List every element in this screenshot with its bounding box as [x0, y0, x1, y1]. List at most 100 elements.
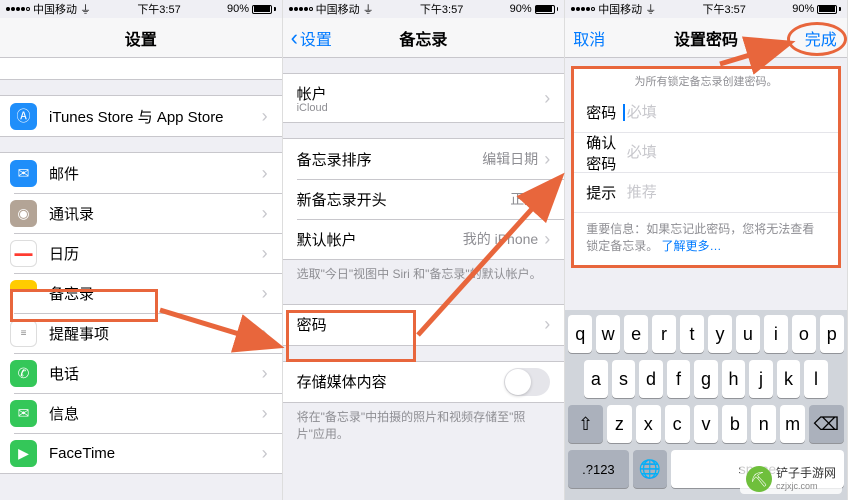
- chevron-right-icon: ›: [262, 163, 268, 184]
- key-v[interactable]: v: [694, 405, 719, 443]
- battery-percent: 90%: [227, 3, 249, 15]
- row-mail[interactable]: ✉ 邮件 ›: [0, 153, 282, 193]
- key-n[interactable]: n: [751, 405, 776, 443]
- row-label: 密码: [297, 314, 539, 335]
- row-itunes-appstore[interactable]: Ⓐ iTunes Store 与 App Store ›: [0, 96, 282, 136]
- key-w[interactable]: w: [596, 315, 620, 353]
- chevron-right-icon: ›: [544, 314, 550, 335]
- row-calendar[interactable]: ▬▬ 日历 ›: [0, 233, 282, 273]
- phone-icon: ✆: [10, 360, 37, 387]
- key-u[interactable]: u: [736, 315, 760, 353]
- nav-bar: 设置: [0, 18, 282, 58]
- confirm-password-label: 确认密码: [586, 132, 627, 174]
- page-title: 备忘录: [399, 26, 447, 50]
- key-l[interactable]: l: [804, 360, 828, 398]
- carrier-label: 中国移动: [316, 1, 360, 17]
- row-value: 我的 iPhone: [463, 229, 538, 249]
- hint-input[interactable]: [627, 184, 826, 201]
- notes-icon: [10, 280, 37, 307]
- key-r[interactable]: r: [652, 315, 676, 353]
- done-button[interactable]: 完成: [805, 18, 837, 57]
- key-f[interactable]: f: [667, 360, 691, 398]
- row-label: 备忘录: [49, 283, 256, 304]
- wifi-icon: ⏚: [645, 1, 656, 17]
- key-j[interactable]: j: [749, 360, 773, 398]
- row-reminders[interactable]: ≡ 提醒事项 ›: [0, 313, 282, 353]
- carrier-label: 中国移动: [33, 1, 77, 17]
- back-button[interactable]: ‹ 设置: [291, 18, 332, 57]
- key-y[interactable]: y: [708, 315, 732, 353]
- key-h[interactable]: h: [722, 360, 746, 398]
- row-media-storage[interactable]: 存储媒体内容: [283, 362, 565, 402]
- key-o[interactable]: o: [792, 315, 816, 353]
- key-e[interactable]: e: [624, 315, 648, 353]
- page-title: 设置: [125, 26, 157, 50]
- key-s[interactable]: s: [612, 360, 636, 398]
- watermark-url: czjxjc.com: [776, 481, 836, 491]
- signal-dots: [6, 7, 30, 11]
- done-label: 完成: [805, 26, 837, 50]
- row-label: iTunes Store 与 App Store: [49, 106, 256, 127]
- globe-key[interactable]: 🌐: [633, 450, 668, 488]
- chevron-right-icon: ›: [262, 443, 268, 464]
- cancel-button[interactable]: 取消: [573, 18, 605, 57]
- chevron-right-icon: ›: [262, 203, 268, 224]
- confirm-password-input[interactable]: [627, 144, 826, 161]
- row-messages[interactable]: ✉ 信息 ›: [0, 393, 282, 433]
- key-i[interactable]: i: [764, 315, 788, 353]
- row-label: 信息: [49, 403, 256, 424]
- watermark-icon: ⛏: [746, 466, 772, 492]
- row-account[interactable]: 帐户 iCloud ›: [283, 74, 565, 122]
- row-label: FaceTime: [49, 445, 256, 462]
- toggle-switch[interactable]: [504, 368, 550, 396]
- clock: 下午3:57: [137, 1, 180, 17]
- messages-icon: ✉: [10, 400, 37, 427]
- numeric-key[interactable]: .?123: [568, 450, 628, 488]
- key-t[interactable]: t: [680, 315, 704, 353]
- key-m[interactable]: m: [780, 405, 805, 443]
- nav-bar: ‹ 设置 备忘录: [283, 18, 565, 58]
- key-p[interactable]: p: [820, 315, 844, 353]
- learn-more-link[interactable]: 了解更多…: [662, 239, 722, 253]
- key-g[interactable]: g: [694, 360, 718, 398]
- form-footer: 重要信息：如果忘记此密码，您将无法查看锁定备忘录。 了解更多…: [574, 213, 838, 265]
- kb-row-3: ⇧zxcvbnm⌫: [568, 405, 844, 443]
- chevron-right-icon: ›: [544, 88, 550, 109]
- mail-icon: ✉: [10, 160, 37, 187]
- key-z[interactable]: z: [607, 405, 632, 443]
- key-q[interactable]: q: [568, 315, 592, 353]
- row-label: 新备忘录开头: [297, 189, 511, 210]
- key-c[interactable]: c: [665, 405, 690, 443]
- kb-row-2: asdfghjkl: [568, 360, 844, 398]
- row-label: 存储媒体内容: [297, 371, 505, 392]
- row-label: 日历: [49, 243, 256, 264]
- row-label: 邮件: [49, 163, 256, 184]
- shift-key[interactable]: ⇧: [568, 405, 603, 443]
- row-label: 帐户: [297, 83, 539, 104]
- row-default-account[interactable]: 默认帐户 我的 iPhone ›: [283, 219, 565, 259]
- key-a[interactable]: a: [584, 360, 608, 398]
- page-title: 设置密码: [674, 26, 738, 50]
- row-newstart[interactable]: 新备忘录开头 正文 ›: [283, 179, 565, 219]
- row-label: 电话: [49, 363, 256, 384]
- clock: 下午3:57: [420, 1, 463, 17]
- key-k[interactable]: k: [777, 360, 801, 398]
- clock: 下午3:57: [703, 1, 746, 17]
- password-input[interactable]: [623, 104, 826, 121]
- key-d[interactable]: d: [639, 360, 663, 398]
- status-bar: 中国移动 ⏚ 下午3:57 90%: [283, 0, 565, 18]
- chevron-right-icon: ›: [262, 403, 268, 424]
- section-footer: 选取"今日"视图中 Siri 和"备忘录"的默认帐户。: [283, 260, 565, 289]
- row-phone[interactable]: ✆ 电话 ›: [0, 353, 282, 393]
- contacts-icon: ◉: [10, 200, 37, 227]
- row-sort[interactable]: 备忘录排序 编辑日期 ›: [283, 139, 565, 179]
- password-label: 密码: [586, 102, 623, 123]
- row-notes[interactable]: 备忘录 ›: [0, 273, 282, 313]
- key-x[interactable]: x: [636, 405, 661, 443]
- row-contacts[interactable]: ◉ 通讯录 ›: [0, 193, 282, 233]
- chevron-right-icon: ›: [544, 229, 550, 250]
- row-password[interactable]: 密码 ›: [283, 305, 565, 345]
- row-facetime[interactable]: ▶ FaceTime ›: [0, 433, 282, 473]
- key-b[interactable]: b: [722, 405, 747, 443]
- backspace-key[interactable]: ⌫: [809, 405, 844, 443]
